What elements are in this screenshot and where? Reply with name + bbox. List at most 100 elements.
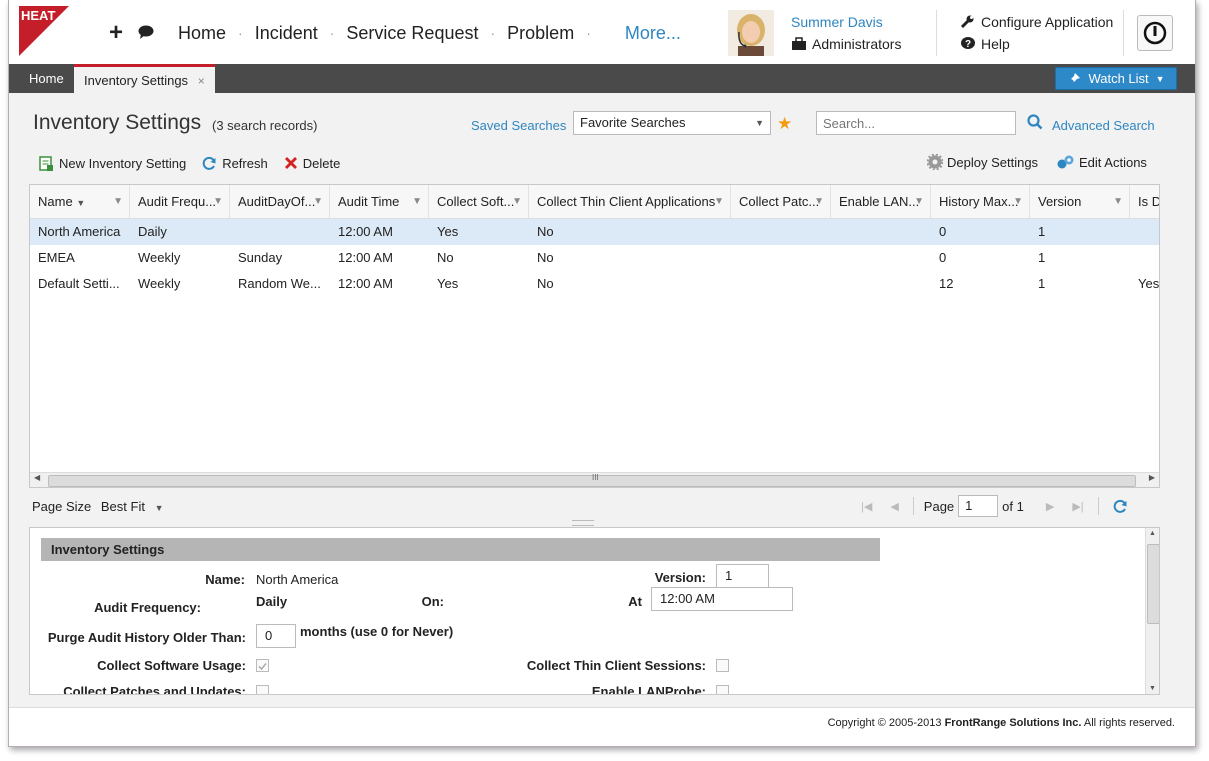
column-header-enable-lan[interactable]: Enable LAN... ▼: [831, 185, 931, 218]
column-header-collect-thin-client[interactable]: Collect Thin Client Applications ▼: [529, 185, 731, 218]
favorite-searches-value: Favorite Searches: [580, 115, 686, 130]
section-header: Inventory Settings: [41, 538, 880, 561]
heat-logo[interactable]: HEAT: [19, 6, 69, 56]
column-header-history-max[interactable]: History Max... ▼: [931, 185, 1030, 218]
column-header-is-default[interactable]: Is D: [1130, 185, 1159, 218]
cell-version: 1: [1038, 250, 1046, 265]
page-size-control[interactable]: Page Size Best Fit ▼: [32, 499, 164, 514]
cell-version: 1: [1038, 276, 1046, 291]
favorite-searches-select[interactable]: Favorite Searches ▼: [573, 111, 771, 135]
horizontal-scrollbar[interactable]: ◀ III ▶: [30, 472, 1159, 487]
column-header-collect-software[interactable]: Collect Soft... ▼: [429, 185, 529, 218]
footer: Copyright © 2005-2013 FrontRange Solutio…: [9, 707, 1195, 746]
star-icon[interactable]: ★: [777, 114, 792, 134]
scrollbar-thumb[interactable]: III: [48, 473, 1136, 487]
scroll-down-arrow-icon[interactable]: ▼: [1149, 685, 1156, 692]
nav-incident[interactable]: Incident: [255, 23, 318, 44]
cell-collect-patches: [731, 219, 831, 245]
version-field[interactable]: 1: [716, 564, 769, 588]
last-page-icon[interactable]: ▶|: [1072, 500, 1083, 513]
search-icon[interactable]: [1027, 114, 1043, 133]
nav-home[interactable]: Home: [178, 23, 226, 44]
chat-bubble-icon[interactable]: [138, 25, 156, 42]
pin-icon: [1068, 72, 1081, 85]
scroll-right-arrow-icon[interactable]: ▶: [1149, 473, 1155, 482]
nav-service-request[interactable]: Service Request: [346, 23, 478, 44]
grid-header: Name ▼ ▼ Audit Frequ... ▼ AuditDayOf... ▼ A…: [30, 185, 1159, 219]
cell-collect-software: No: [437, 250, 454, 265]
cell-audit-day: [230, 219, 330, 245]
refresh-icon[interactable]: [1113, 499, 1128, 514]
filter-icon[interactable]: ▼: [113, 185, 123, 218]
filter-icon[interactable]: ▼: [1113, 185, 1123, 218]
version-label: Version:: [654, 570, 706, 585]
refresh-button[interactable]: Refresh: [202, 156, 268, 171]
collect-thin-client-sessions-checkbox[interactable]: [716, 659, 729, 672]
column-header-audit-time[interactable]: Audit Time ▼: [330, 185, 429, 218]
cell-name: North America: [38, 224, 121, 239]
table-row[interactable]: EMEA Weekly Sunday 12:00 AM No No 0 1: [30, 245, 1159, 271]
table-row[interactable]: Default Setti... Weekly Random We... 12:…: [30, 271, 1159, 297]
filter-icon[interactable]: ▼: [412, 185, 422, 218]
search-input[interactable]: [816, 111, 1016, 135]
plus-icon[interactable]: +: [104, 19, 128, 47]
first-page-icon[interactable]: |◀: [861, 500, 872, 513]
column-header-audit-frequency[interactable]: Audit Frequ... ▼: [130, 185, 230, 218]
audit-time-field[interactable]: 12:00 AM: [651, 587, 793, 611]
avatar[interactable]: [728, 10, 774, 56]
enable-lanprobe-checkbox[interactable]: [716, 685, 729, 694]
checkmark-icon: [258, 663, 267, 671]
column-header-audit-day[interactable]: AuditDayOf... ▼: [230, 185, 330, 218]
company-name: FrontRange Solutions Inc.: [944, 717, 1082, 729]
filter-icon[interactable]: ▼: [914, 185, 924, 218]
copyright-text: Copyright © 2005-2013 FrontRange Solutio…: [828, 717, 1175, 729]
page-label: Page: [923, 498, 955, 514]
next-page-icon[interactable]: ▶: [1046, 500, 1054, 513]
audit-frequency-value[interactable]: Daily: [256, 594, 287, 609]
filter-icon[interactable]: ▼: [714, 185, 724, 218]
tab-inventory-settings[interactable]: Inventory Settings ×: [74, 64, 215, 93]
deploy-settings-button[interactable]: Deploy Settings: [927, 154, 1038, 170]
column-header-version[interactable]: Version ▼: [1030, 185, 1130, 218]
nav-problem[interactable]: Problem: [507, 23, 574, 44]
header-divider: [1123, 10, 1124, 56]
collect-patches-checkbox[interactable]: [256, 685, 269, 694]
scrollbar-thumb[interactable]: [1147, 544, 1159, 624]
logo-text: HEAT: [21, 8, 55, 23]
table-row[interactable]: North America Daily 12:00 AM Yes No 0 1: [30, 219, 1159, 245]
enable-lanprobe-label: Enable LANProbe:: [591, 684, 706, 695]
close-icon[interactable]: ×: [198, 74, 205, 88]
filter-icon[interactable]: ▼: [313, 185, 323, 218]
filter-icon[interactable]: ▼: [512, 185, 522, 218]
panel-splitter-handle[interactable]: [572, 520, 594, 526]
filter-icon[interactable]: ▼: [814, 185, 824, 218]
scroll-up-arrow-icon[interactable]: ▲: [1149, 530, 1156, 537]
nav-more[interactable]: More...: [625, 23, 681, 44]
delete-button[interactable]: Delete: [284, 156, 340, 171]
purge-months-suffix: months (use 0 for Never): [300, 624, 454, 639]
tab-home[interactable]: Home: [21, 64, 72, 93]
help-link[interactable]: ? Help: [960, 36, 1010, 52]
watch-list-button[interactable]: Watch List ▼: [1055, 67, 1177, 90]
power-button[interactable]: [1137, 15, 1173, 51]
configure-application-link[interactable]: Configure Application: [960, 14, 1113, 30]
user-name-link[interactable]: Summer Davis: [791, 14, 883, 30]
new-inventory-setting-button[interactable]: New Inventory Setting: [39, 156, 186, 171]
edit-actions-button[interactable]: Edit Actions: [1057, 154, 1147, 170]
vertical-scrollbar[interactable]: ▲ ▼: [1145, 528, 1159, 694]
prev-page-icon[interactable]: ◀: [890, 500, 898, 513]
collect-software-usage-checkbox[interactable]: [256, 659, 269, 672]
page-number-input[interactable]: 1: [958, 495, 999, 517]
column-header-name[interactable]: Name ▼ ▼: [30, 185, 130, 218]
saved-searches-link[interactable]: Saved Searches: [471, 118, 566, 133]
user-role[interactable]: Administrators: [791, 36, 901, 52]
purge-months-field[interactable]: 0: [256, 624, 296, 648]
column-header-collect-patches[interactable]: Collect Patc... ▼: [731, 185, 831, 218]
briefcase-icon: [792, 37, 806, 50]
page-size-value: Best Fit: [100, 499, 145, 514]
filter-icon[interactable]: ▼: [213, 185, 223, 218]
nav-separator: ·: [490, 25, 496, 41]
advanced-search-link[interactable]: Advanced Search: [1052, 118, 1155, 133]
scroll-left-arrow-icon[interactable]: ◀: [34, 473, 40, 482]
filter-icon[interactable]: ▼: [1013, 185, 1023, 218]
